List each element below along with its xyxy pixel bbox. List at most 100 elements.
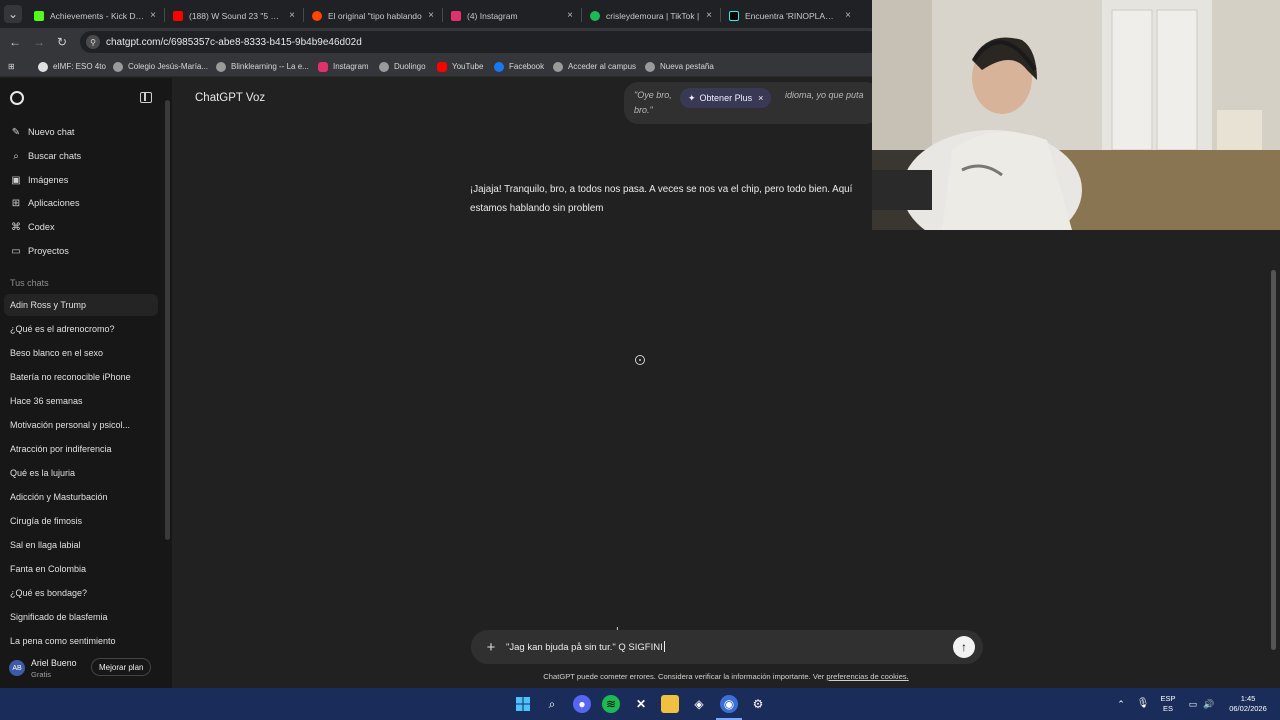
bookmark-label: Colegio Jesús-María...	[128, 62, 209, 71]
bookmark-campus[interactable]: Acceder al campus	[553, 59, 636, 74]
bookmark-colegio[interactable]: Colegio Jesús-María...	[113, 59, 208, 74]
disclaimer-text: ChatGPT puede cometer errores. Considera…	[543, 672, 825, 681]
chat-item[interactable]: Beso blanco en el sexo	[4, 342, 158, 364]
close-icon[interactable]: ×	[150, 10, 156, 21]
bookmark-instagram[interactable]: Instagram	[318, 59, 369, 74]
volume-icon[interactable]: 🔊	[1202, 688, 1216, 720]
tab-kick[interactable]: Achievements - Kick Dash ×	[26, 3, 164, 28]
globe-icon	[113, 61, 123, 72]
user-name: Ariel Bueno	[31, 658, 77, 668]
language-indicator[interactable]: ESP ES	[1156, 688, 1180, 720]
close-icon[interactable]: ×	[758, 93, 763, 103]
chat-item[interactable]: Cirugía de fimosis	[4, 510, 158, 532]
message-composer[interactable]: + "Jag kan bjuda på sin tur." Q SIGFINI …	[471, 630, 983, 664]
chat-item[interactable]: Atracción por indiferencia	[4, 438, 158, 460]
windows-start-icon[interactable]	[514, 695, 532, 713]
apps-grid-icon[interactable]: ⊞	[8, 59, 15, 74]
bookmark-facebook[interactable]: Facebook	[494, 59, 544, 74]
discord-icon[interactable]: ●	[573, 695, 591, 713]
chat-item[interactable]: Adicción y Masturbación	[4, 486, 158, 508]
chat-item[interactable]: Sal en llaga labial	[4, 534, 158, 556]
add-attachment-icon[interactable]: +	[481, 637, 501, 657]
sidebar: ✎ Nuevo chat ⌕ Buscar chats ▣ Imágenes ⊞ Apl…	[0, 78, 172, 688]
clock[interactable]: 1:45 06/02/2026	[1222, 688, 1274, 720]
chat-item[interactable]: Adin Ross y Trump	[4, 294, 158, 316]
chrome-icon[interactable]: ◉	[720, 695, 738, 713]
capcut-icon[interactable]: ✕	[632, 695, 650, 713]
spotify-icon[interactable]: ≋	[602, 695, 620, 713]
search-icon[interactable]: ⌕	[543, 695, 561, 713]
address-bar[interactable]: ⚲ chatgpt.com/c/6985357c-abe8-8333-b415-…	[80, 31, 880, 53]
chat-item[interactable]: Motivación personal y psicol...	[4, 414, 158, 436]
close-icon[interactable]: ×	[567, 10, 573, 21]
reload-icon[interactable]: ↻	[53, 33, 71, 51]
close-icon[interactable]: ×	[289, 10, 295, 21]
sidebar-item-projects[interactable]: ▭ Proyectos	[4, 240, 158, 262]
microphone-icon[interactable]: 🎙	[1136, 688, 1150, 720]
sidebar-item-new-chat[interactable]: ✎ Nuevo chat	[4, 121, 158, 143]
app-icon[interactable]: ◈	[690, 695, 708, 713]
tab-tiktok-search[interactable]: Encuentra 'RINOPLASTIA ×	[721, 3, 859, 28]
steam-icon[interactable]: ⚙	[749, 695, 767, 713]
lang-bottom: ES	[1162, 704, 1173, 713]
chat-item[interactable]: Fanta en Colombia	[4, 558, 158, 580]
bookmark-new-tab[interactable]: Nueva pestaña	[645, 59, 714, 74]
disclaimer: ChatGPT puede cometer errores. Considera…	[400, 672, 1052, 681]
chat-item[interactable]: Hace 36 semanas	[4, 390, 158, 412]
sidebar-item-apps[interactable]: ⊞ Aplicaciones	[4, 192, 158, 214]
upgrade-plan-button[interactable]: Mejorar plan	[91, 658, 152, 676]
back-arrow-icon[interactable]: ←	[6, 33, 24, 51]
site-info-icon[interactable]: ⚲	[86, 35, 100, 49]
globe-icon	[216, 61, 226, 72]
sidebar-item-images[interactable]: ▣ Imágenes	[4, 169, 158, 191]
tab-reddit[interactable]: El original "tipo hablando ×	[304, 3, 442, 28]
sidebar-scrollbar[interactable]	[165, 100, 170, 540]
chat-item[interactable]: Batería no reconocible iPhone	[4, 366, 158, 388]
bookmark-duolingo[interactable]: Duolingo	[379, 59, 426, 74]
bookmark-label: Nueva pestaña	[660, 62, 714, 71]
tab-youtube[interactable]: (188) W Sound 23 "5 Estr ×	[165, 3, 303, 28]
bookmark-blinklearning[interactable]: Blinklearning -- La e...	[216, 59, 309, 74]
assistant-message: ¡Jajaja! Tranquilo, bro, a todos nos pas…	[470, 184, 853, 214]
images-icon: ▣	[11, 174, 21, 186]
network-icon[interactable]: ▭	[1186, 688, 1200, 720]
close-icon[interactable]: ×	[845, 10, 851, 21]
user-plan: Gratis	[31, 670, 52, 679]
sidebar-toggle-icon[interactable]	[140, 92, 152, 103]
chat-item[interactable]: La pena como sentimiento	[4, 630, 158, 652]
tab-tiktok-profile[interactable]: crisleydemoura | TikTok | ×	[582, 3, 720, 28]
model-selector[interactable]: ChatGPT Voz	[195, 92, 265, 104]
chevron-up-icon[interactable]: ⌃	[1114, 688, 1128, 720]
composer-input[interactable]: "Jag kan bjuda på sin tur." Q SIGFINI	[506, 641, 665, 653]
sidebar-item-codex[interactable]: ⌘ Codex	[4, 216, 158, 238]
tab-title: (4) Instagram	[467, 10, 518, 21]
globe-icon	[553, 61, 563, 72]
taskbar: ⌕ ● ≋ ✕ ◈ ◉ ⚙ ⌃ 🎙 ESP ES ▭ 🔊 1:45 06/02/…	[0, 688, 1280, 720]
sidebar-item-search[interactable]: ⌕ Buscar chats	[4, 145, 158, 167]
tab-instagram[interactable]: (4) Instagram ×	[443, 3, 581, 28]
forward-arrow-icon[interactable]: →	[30, 33, 48, 51]
send-button[interactable]: ↑	[953, 636, 975, 658]
quote-text-start: "Oye bro,	[634, 90, 672, 100]
bookmark-eimf[interactable]: eIMF: ESO 4to	[38, 59, 106, 74]
close-icon[interactable]: ×	[706, 10, 712, 21]
close-icon[interactable]: ×	[428, 10, 434, 21]
cookie-preferences-link[interactable]: preferencias de cookies.	[826, 672, 908, 681]
chat-item[interactable]: Significado de blasfemia	[4, 606, 158, 628]
chat-item[interactable]: ¿Qué es bondage?	[4, 582, 158, 604]
get-plus-button[interactable]: ✦ Obtener Plus ×	[680, 88, 772, 108]
bookmark-label: eIMF: ESO 4to	[53, 62, 106, 71]
user-footer[interactable]: AB Ariel Bueno Gratis Mejorar plan	[0, 652, 172, 688]
chat-item[interactable]: Qué es la lujuria	[4, 462, 158, 484]
bookmark-youtube[interactable]: YouTube	[437, 59, 483, 74]
clock-date: 06/02/2026	[1229, 704, 1267, 713]
bookmark-label: Duolingo	[394, 62, 426, 71]
youtube-icon	[437, 61, 447, 72]
tab-search-icon[interactable]: ⌄	[4, 5, 22, 23]
chatgpt-logo-icon[interactable]	[10, 91, 24, 105]
file-explorer-icon[interactable]	[661, 695, 679, 713]
search-icon: ⌕	[13, 150, 19, 162]
chat-item[interactable]: ¿Qué es el adrenocromo?	[4, 318, 158, 340]
new-chat-icon: ✎	[11, 126, 21, 138]
main-scrollbar[interactable]	[1271, 270, 1276, 650]
